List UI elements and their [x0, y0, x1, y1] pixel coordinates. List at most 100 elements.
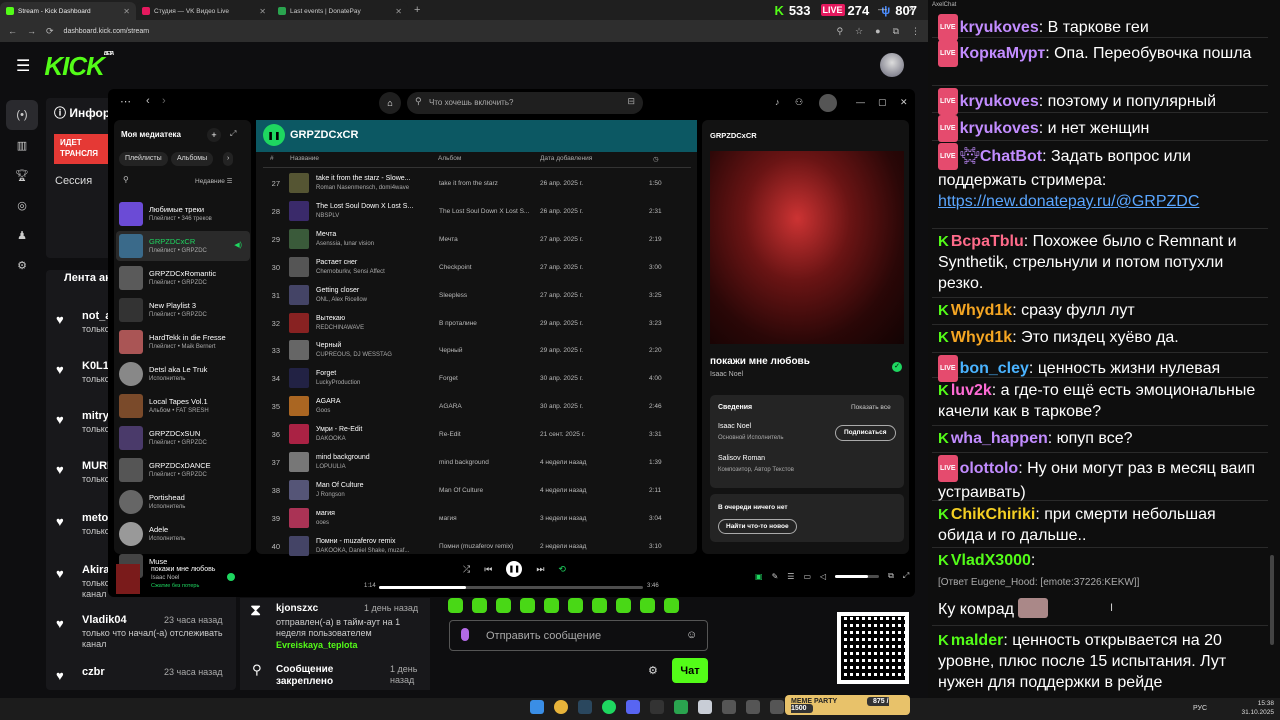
current-track-art[interactable] [116, 564, 140, 594]
current-track-title[interactable]: покажи мне любовь [151, 566, 215, 573]
tab-vk-studio[interactable]: Студия — VK Видео Live ✕ [136, 2, 272, 20]
minimize-icon[interactable]: — [878, 4, 887, 14]
chat-scrollbar[interactable] [1270, 555, 1274, 645]
more-options-icon[interactable]: ⋯ [120, 95, 131, 108]
clock[interactable]: 15:38 31.10.2025 [1241, 699, 1274, 717]
library-item[interactable]: Detsl aka Le Truk Исполнитель [116, 359, 250, 389]
follower-name[interactable]: mitry [82, 410, 109, 422]
track-row[interactable]: 27 take it from the starz - Slowe... Roman… [256, 170, 697, 198]
track-title[interactable]: take it from the starz - Slowe... [316, 175, 411, 182]
chat-username[interactable]: ChikChiriki [951, 506, 1035, 523]
follow-button[interactable]: Подписаться [835, 425, 896, 441]
track-album[interactable]: Помни (muzaferov remix) [439, 543, 513, 550]
repeat-icon[interactable]: ⟲ [558, 564, 566, 575]
track-album[interactable]: Checkpoint [439, 264, 472, 271]
track-row[interactable]: 31 Getting closer ONL, Alex Ricellow Sleepl… [256, 282, 697, 310]
discord-icon[interactable] [626, 700, 640, 714]
follower-name[interactable]: czbr [82, 666, 105, 678]
notifications-icon[interactable]: ♪ [775, 97, 780, 107]
reload-icon[interactable]: ⟳ [46, 26, 54, 37]
emote-icon[interactable] [664, 598, 679, 613]
chat-username[interactable]: wha_happen [951, 430, 1048, 447]
app-icon[interactable] [698, 700, 712, 714]
track-row[interactable]: 32 Вытекаю REDCHINAWAVE В проталине 29 апр. … [256, 310, 697, 338]
track-artist[interactable]: Asenssia, lunar vision [316, 241, 374, 247]
track-row[interactable]: 33 Черный CUPREOUS, DJ WESSTAG Черный 29 апр… [256, 337, 697, 365]
chip-playlists[interactable]: Плейлисты [119, 152, 168, 166]
chat-username[interactable]: КоркаМурт [960, 45, 1046, 62]
avatar[interactable] [880, 53, 904, 77]
emote-icon[interactable] [616, 598, 631, 613]
track-artist[interactable]: CUPREOUS, DJ WESSTAG [316, 352, 392, 358]
track-title[interactable]: Вытекаю [316, 315, 345, 322]
now-playing-artist[interactable]: Isaac Noel [710, 371, 743, 378]
windows-start-icon[interactable] [530, 700, 544, 714]
track-album[interactable]: Man Of Culture [439, 487, 483, 494]
follower-name[interactable]: Vladik04 [82, 614, 127, 626]
create-icon[interactable]: + [207, 128, 221, 142]
track-album[interactable]: take it from the starz [439, 180, 498, 187]
track-row[interactable]: 36 Умри - Re-Edit DAKOOKA Re-Edit 21 сент. 2… [256, 421, 697, 449]
browse-icon[interactable]: ⊟ [627, 96, 635, 107]
track-title[interactable]: Getting closer [316, 287, 359, 294]
app-icon[interactable] [770, 700, 784, 714]
track-artist[interactable]: ooes [316, 520, 329, 526]
chat-username[interactable]: BcpaTblu [951, 233, 1024, 250]
follower-name[interactable]: Akira [82, 564, 110, 576]
col-duration-clock-icon[interactable]: ◷ [653, 155, 659, 163]
col-title[interactable]: Название [290, 155, 319, 162]
close-icon[interactable]: ✕ [123, 7, 130, 16]
track-row[interactable]: 28 The Lost Soul Down X Lost S... NBSPLV Th… [256, 198, 697, 226]
log-user[interactable]: kjonszxc [276, 603, 318, 614]
star-icon[interactable]: ☆ [855, 26, 863, 37]
track-title[interactable]: Черный [316, 342, 341, 349]
track-album[interactable]: Черный [439, 347, 462, 354]
track-artist[interactable]: ONL, Alex Ricellow [316, 297, 367, 303]
chat-settings-icon[interactable]: ⚙ [648, 664, 658, 677]
library-item[interactable]: GRPZDCxSUN Плейлист • GRPZDC [116, 423, 250, 453]
stream-icon[interactable]: (•) [6, 100, 38, 130]
library-item[interactable]: GRPZDCxCR Плейлист • GRPZDC ◀) [116, 231, 250, 261]
emote-icon[interactable] [640, 598, 655, 613]
col-album[interactable]: Альбом [438, 155, 461, 162]
track-row[interactable]: 39 магия ooes магия 3 недели назад 3:04 [256, 505, 697, 533]
back-icon[interactable]: ‹ [146, 95, 150, 107]
show-all-link[interactable]: Показать все [851, 404, 891, 411]
app-icon[interactable] [722, 700, 736, 714]
chip-albums[interactable]: Альбомы [171, 152, 214, 166]
pause-button[interactable]: ❚❚ [263, 124, 285, 146]
users-icon[interactable]: ♟ [6, 220, 38, 250]
track-album[interactable]: mind background [439, 459, 489, 466]
library-item[interactable]: Local Tapes Vol.1 Альбом • FAT SRESH [116, 391, 250, 421]
track-row[interactable]: 30 Растает снег Chernoburkv, Sensi Affect C… [256, 254, 697, 282]
follower-name[interactable]: meto [82, 512, 108, 524]
track-album[interactable]: Forget [439, 375, 458, 382]
expand-icon[interactable]: ⤢ [230, 129, 236, 139]
extensions-icon[interactable]: ⧉ [893, 26, 899, 37]
analytics-icon[interactable]: ▥ [6, 130, 38, 160]
chat-link[interactable]: https://new.donatepay.ru/@GRPZDC [938, 193, 1199, 210]
chat-username[interactable]: kryukoves [960, 93, 1039, 110]
chrome-icon[interactable] [554, 700, 568, 714]
track-title[interactable]: магия [316, 510, 335, 517]
back-icon[interactable]: ← [8, 26, 17, 36]
emote-icon[interactable] [568, 598, 583, 613]
maximize-icon[interactable]: ▢ [878, 97, 887, 108]
chat-username[interactable]: Whyd1k [951, 329, 1012, 346]
app-icon[interactable] [674, 700, 688, 714]
emote-icon[interactable] [472, 598, 487, 613]
forward-icon[interactable]: › [162, 95, 166, 107]
forward-icon[interactable]: → [27, 26, 36, 36]
home-icon[interactable]: ⌂ [379, 92, 401, 114]
track-title[interactable]: Помни - muzaferov remix [316, 538, 395, 545]
next-icon[interactable]: ⏭ [536, 564, 544, 575]
track-artist[interactable]: Goos [316, 408, 330, 414]
current-track-artist[interactable]: Isaac Noel [151, 575, 179, 581]
library-item[interactable]: New Playlist 3 Плейлист • GRPZDC [116, 295, 250, 325]
zoom-icon[interactable]: ⚲ [836, 26, 843, 37]
track-title[interactable]: Forget [316, 370, 336, 377]
track-title[interactable]: Умри - Re-Edit [316, 426, 362, 433]
spotify-search-input[interactable]: ⚲ Что хочешь включить? ⊟ [407, 92, 643, 114]
shuffle-icon[interactable]: ⤮ [463, 564, 470, 575]
library-item[interactable]: Любимые треки Плейлист • 346 треков [116, 199, 250, 229]
